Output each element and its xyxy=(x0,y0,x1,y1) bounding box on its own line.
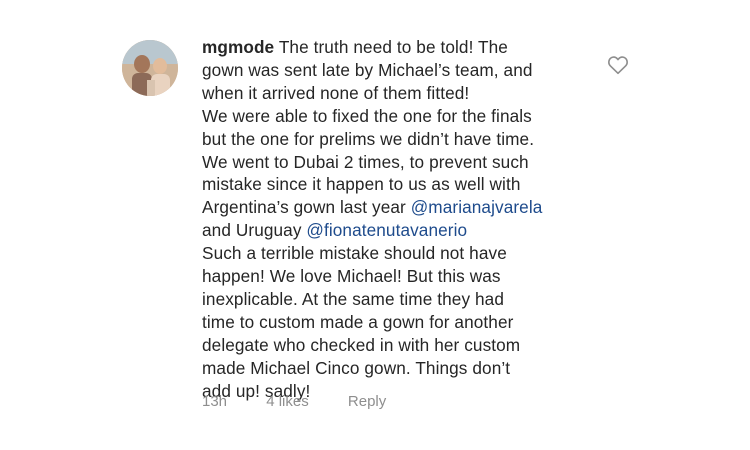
comment-line: and Uruguay @fionatenutavanerio xyxy=(202,219,662,242)
mention-link[interactable]: @fionatenutavanerio xyxy=(306,220,467,240)
avatar-photo xyxy=(122,40,178,96)
comment-line: Argentina’s gown last year @marianajvare… xyxy=(202,196,662,219)
comment-text: and Uruguay xyxy=(202,220,307,241)
comment-line: gown was sent late by Michael’s team, an… xyxy=(202,59,533,80)
comment-line: but the one for prelims we didn’t have t… xyxy=(202,128,535,149)
comment-text: The truth need to be told! The xyxy=(278,37,508,57)
comment-line: time to custom made a gown for another xyxy=(202,311,514,332)
comment-line: made Michael Cinco gown. Things don’t xyxy=(202,357,511,378)
comment-line: Such a terrible mistake should not have xyxy=(202,243,507,264)
comment-line: delegate who checked in with her custom xyxy=(202,334,521,355)
comment-line: We were able to fixed the one for the fi… xyxy=(202,105,532,126)
comment-line: happen! We love Michael! But this was xyxy=(202,266,501,287)
comment-timestamp[interactable]: 13h xyxy=(202,393,227,410)
avatar[interactable] xyxy=(122,40,178,96)
username-link[interactable]: mgmode xyxy=(202,37,274,57)
heart-outline-icon[interactable] xyxy=(607,55,629,75)
comment-line: mistake since it happen to us as well wi… xyxy=(202,174,521,195)
comment-body: mgmode The truth need to be told! The go… xyxy=(202,36,662,403)
comment-line: We went to Dubai 2 times, to prevent suc… xyxy=(202,151,529,172)
comment-line: mgmode The truth need to be told! The xyxy=(202,36,662,59)
comment-line: inexplicable. At the same time they had xyxy=(202,288,504,309)
comment-line: when it arrived none of them fitted! xyxy=(202,82,470,103)
mention-link[interactable]: @marianajvarela xyxy=(411,197,543,217)
comment-meta: 13h 4 likes Reply xyxy=(202,393,386,410)
reply-button[interactable]: Reply xyxy=(348,393,386,410)
comment-text: Argentina’s gown last year xyxy=(202,197,411,218)
likes-count[interactable]: 4 likes xyxy=(266,393,309,410)
